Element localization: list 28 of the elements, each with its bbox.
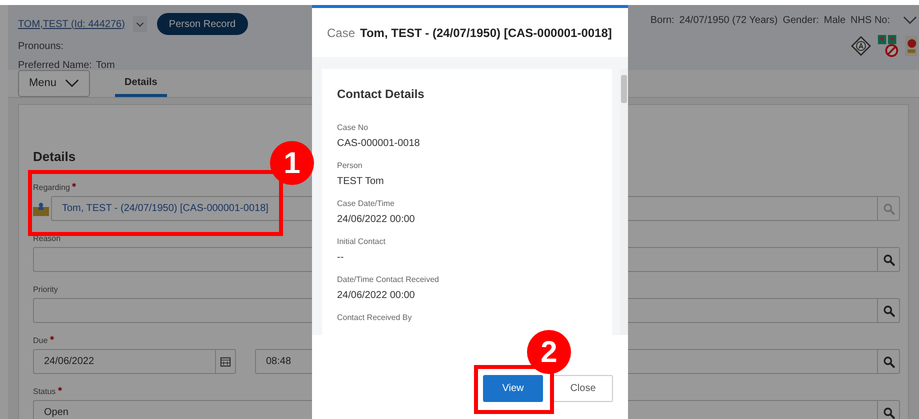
preferred-name: Tom [96, 59, 115, 73]
preferred-name-label: Preferred Name: [18, 59, 92, 73]
detail-value: 24/06/2022 00:00 [337, 289, 415, 303]
section-title: Contact Details [337, 86, 426, 103]
detail-label: Case No [337, 123, 368, 133]
detail-value: 24/06/2022 00:00 [337, 213, 415, 227]
nhs-label: NHS No: [850, 14, 890, 28]
detail-value: CAS-000001-0018 [337, 137, 420, 151]
detail-value: TEST Tom [337, 175, 384, 189]
field-label: Status [33, 387, 56, 397]
detail-label: Initial Contact [337, 237, 386, 247]
detail-value: -- [337, 251, 344, 265]
pronouns-label: Pronouns: [18, 40, 65, 54]
field-label: Regarding [33, 183, 70, 193]
dialog-title: Tom, TEST - (24/07/1950) [CAS-000001-0018] [360, 24, 612, 42]
born-label: Born: [650, 14, 674, 28]
field-label: Due [33, 336, 48, 346]
detail-label: Person [337, 161, 362, 171]
detail-label: Case Date/Time [337, 199, 394, 209]
gender-label: Gender: [782, 14, 819, 28]
detail-label: Contact Received By [337, 313, 412, 323]
field-label: Priority [33, 285, 58, 295]
detail-label: Date/Time Contact Received [337, 275, 439, 285]
born-date: 24/07/1950 (72 Years) [679, 14, 778, 28]
field-label: Reason [33, 234, 61, 244]
gender-value: Male [824, 14, 846, 28]
dialog-title-prefix: Case [327, 24, 356, 42]
section-title: Details [33, 149, 76, 164]
